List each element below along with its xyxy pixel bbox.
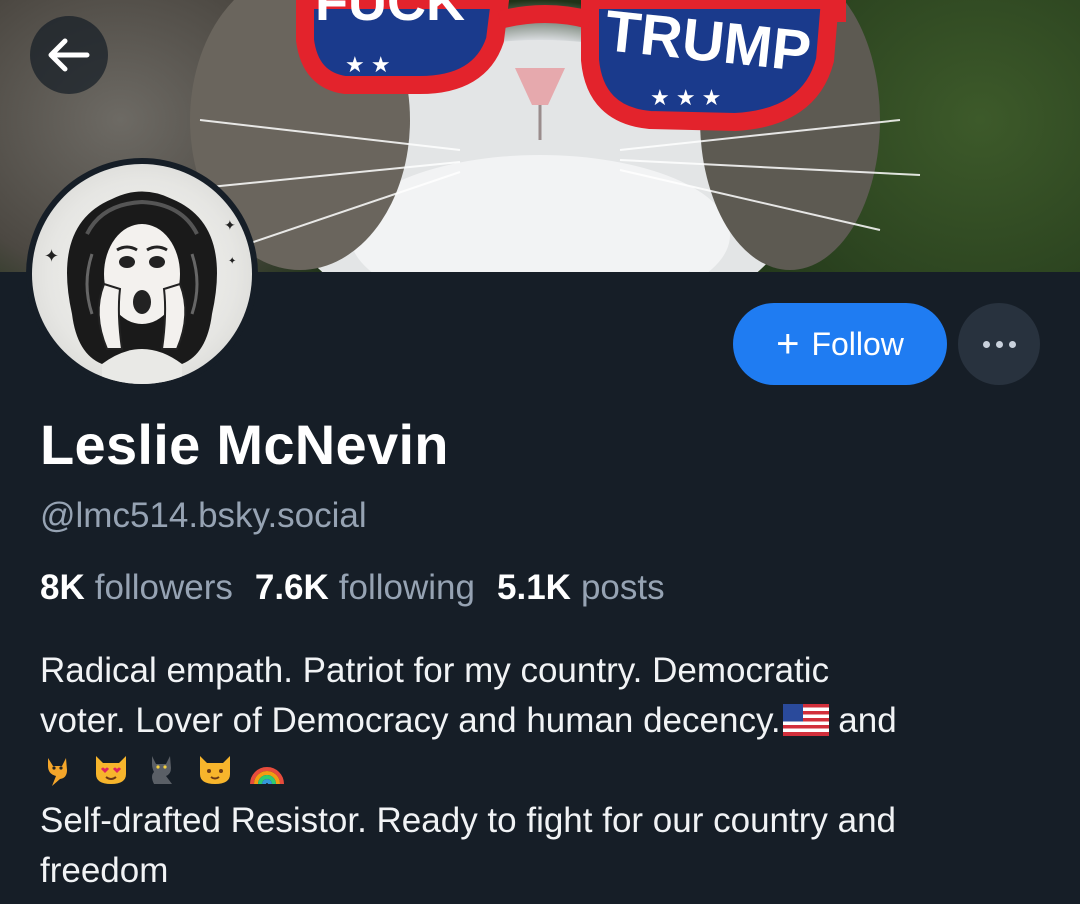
avatar-image: ✦ ✦ ✦ bbox=[32, 164, 252, 384]
following-stat[interactable]: 7.6K following bbox=[255, 568, 475, 608]
bio-text: voter. Lover of Democracy and human dece… bbox=[40, 701, 781, 740]
bio-line: Self-drafted Resistor. Ready to fight fo… bbox=[40, 801, 896, 840]
posts-stat: 5.1K posts bbox=[497, 568, 665, 608]
follow-label: Follow bbox=[811, 325, 904, 362]
following-label: following bbox=[338, 568, 475, 607]
bio-emoji-line bbox=[40, 746, 1050, 796]
us-flag-icon bbox=[782, 704, 829, 736]
bio-line: voter. Lover of Democracy and human dece… bbox=[40, 696, 1050, 746]
following-count: 7.6K bbox=[254, 568, 329, 607]
follow-button[interactable]: + Follow bbox=[733, 303, 947, 385]
bio-line: freedom bbox=[40, 851, 169, 890]
followers-stat[interactable]: 8K followers bbox=[40, 568, 233, 608]
more-options-button[interactable] bbox=[958, 303, 1040, 385]
bio-line: Radical empath. Patriot for my country. … bbox=[40, 651, 830, 690]
svg-text:★ ★: ★ ★ bbox=[345, 52, 391, 77]
followers-count: 8K bbox=[40, 568, 85, 607]
cat-face-icon bbox=[200, 756, 230, 784]
profile-stats: 8K followers 7.6K following 5.1K posts bbox=[40, 568, 665, 608]
black-cat-icon bbox=[152, 756, 172, 784]
profile-bio: Radical empath. Patriot for my country. … bbox=[40, 646, 1050, 896]
svg-text:✦: ✦ bbox=[228, 256, 236, 267]
svg-text:★ ★ ★: ★ ★ ★ bbox=[650, 85, 721, 110]
rainbow-icon bbox=[250, 767, 284, 785]
back-button[interactable] bbox=[30, 16, 108, 94]
followers-label: followers bbox=[94, 568, 233, 607]
svg-text:✦: ✦ bbox=[44, 246, 59, 266]
banner-text-left: FUCK bbox=[315, 0, 465, 32]
display-name: Leslie McNevin bbox=[40, 413, 449, 476]
posts-label: posts bbox=[580, 568, 665, 607]
plus-icon: + bbox=[776, 322, 800, 366]
heart-eyes-cat-icon bbox=[96, 756, 126, 784]
posts-count: 5.1K bbox=[497, 568, 571, 607]
back-arrow-icon bbox=[48, 38, 90, 72]
profile-handle[interactable]: @lmc514.bsky.social bbox=[40, 496, 367, 536]
cat-icon bbox=[48, 758, 67, 786]
svg-text:✦: ✦ bbox=[224, 217, 236, 233]
more-options-icon bbox=[980, 340, 1019, 348]
bio-text: and bbox=[828, 701, 897, 740]
profile-page: FUCK TRUMP ★ ★ ★ ★ ★ ✦ ✦ ✦ + Follow Lesl… bbox=[0, 0, 1080, 904]
avatar[interactable]: ✦ ✦ ✦ bbox=[26, 158, 258, 390]
